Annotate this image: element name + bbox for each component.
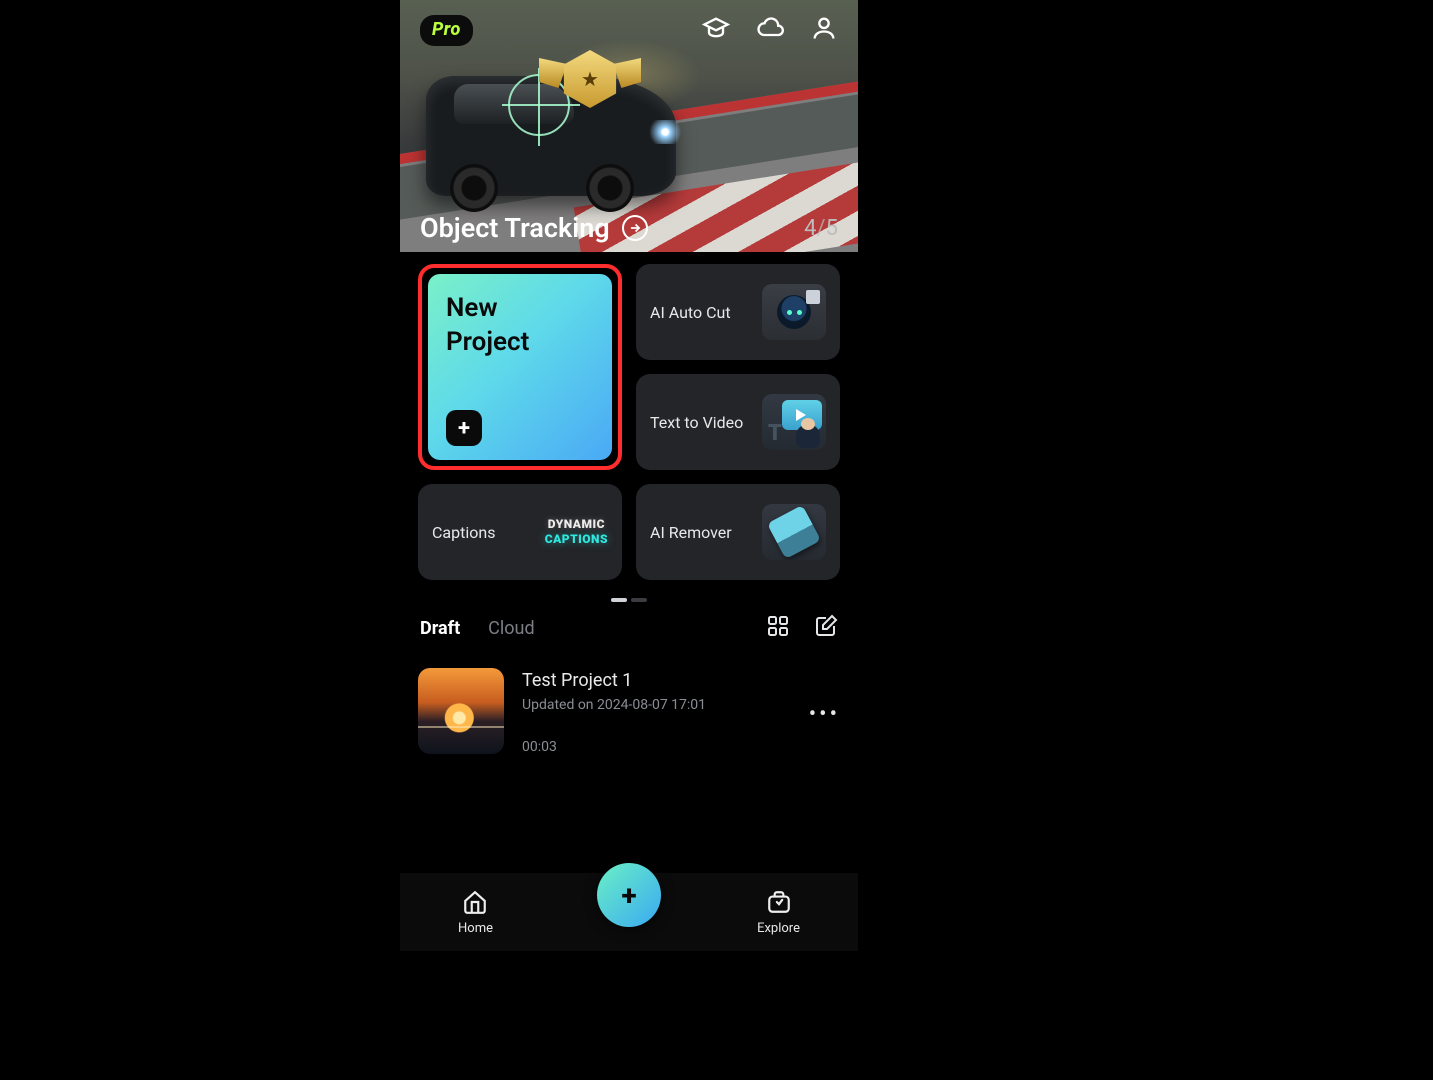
plus-icon: + — [446, 410, 482, 446]
project-tabs: Draft Cloud — [420, 618, 535, 639]
plus-icon: + — [621, 879, 636, 912]
nav-home-label: Home — [458, 921, 493, 936]
app-root: ★ Pro Object Tracking — [400, 0, 858, 951]
tool-label: AI Remover — [650, 523, 732, 542]
tool-label: AI Auto Cut — [650, 303, 731, 322]
ai-auto-cut-icon — [762, 284, 826, 340]
tab-draft[interactable]: Draft — [420, 618, 460, 639]
tool-ai-remover[interactable]: AI Remover — [636, 484, 840, 580]
captions-tag-icon: DYNAMIC CAPTIONS — [545, 517, 608, 547]
text-to-video-icon: T — [762, 394, 826, 450]
profile-icon[interactable] — [810, 14, 838, 46]
grid-view-icon[interactable] — [766, 614, 790, 642]
hero-title[interactable]: Object Tracking — [420, 212, 648, 244]
project-duration: 00:03 — [522, 739, 706, 755]
explore-icon — [766, 889, 792, 915]
tool-captions[interactable]: Captions DYNAMIC CAPTIONS — [418, 484, 622, 580]
nav-explore-label: Explore — [757, 921, 800, 936]
project-updated: Updated on 2024-08-07 17:01 — [522, 697, 706, 713]
project-more-icon[interactable]: ••• — [809, 702, 840, 727]
hero-banner[interactable]: ★ Pro Object Tracking — [400, 0, 858, 252]
edit-icon[interactable] — [814, 614, 838, 642]
hero-page-indicator: 4/5 — [804, 216, 838, 241]
project-thumbnail — [418, 668, 504, 754]
nav-explore[interactable]: Explore — [757, 889, 800, 936]
tab-cloud[interactable]: Cloud — [488, 618, 534, 639]
pro-badge[interactable]: Pro — [420, 15, 473, 46]
tool-label: Text to Video — [650, 413, 743, 432]
page-dots — [611, 598, 647, 602]
new-project-label: New Project — [446, 292, 594, 360]
medal-icon: ★ — [555, 44, 625, 114]
home-icon — [462, 889, 488, 915]
tool-text-to-video[interactable]: Text to Video T — [636, 374, 840, 470]
ai-remover-icon — [762, 504, 826, 560]
tool-grid: New Project + AI Auto Cut Text to Video … — [418, 264, 840, 580]
arrow-right-circle-icon[interactable] — [622, 215, 648, 241]
new-project-button[interactable]: New Project + — [418, 264, 622, 470]
top-bar: Pro — [400, 14, 858, 46]
tool-ai-auto-cut[interactable]: AI Auto Cut — [636, 264, 840, 360]
fab-create-button[interactable]: + — [597, 863, 661, 927]
tool-label: Captions — [432, 523, 495, 542]
bottom-nav-wrap: Home Explore + — [400, 855, 858, 951]
project-name: Test Project 1 — [522, 670, 706, 691]
hero-title-label: Object Tracking — [420, 212, 610, 244]
nav-home[interactable]: Home — [458, 889, 493, 936]
cloud-icon[interactable] — [756, 14, 784, 46]
academy-icon[interactable] — [702, 14, 730, 46]
project-item[interactable]: Test Project 1 Updated on 2024-08-07 17:… — [418, 668, 840, 755]
